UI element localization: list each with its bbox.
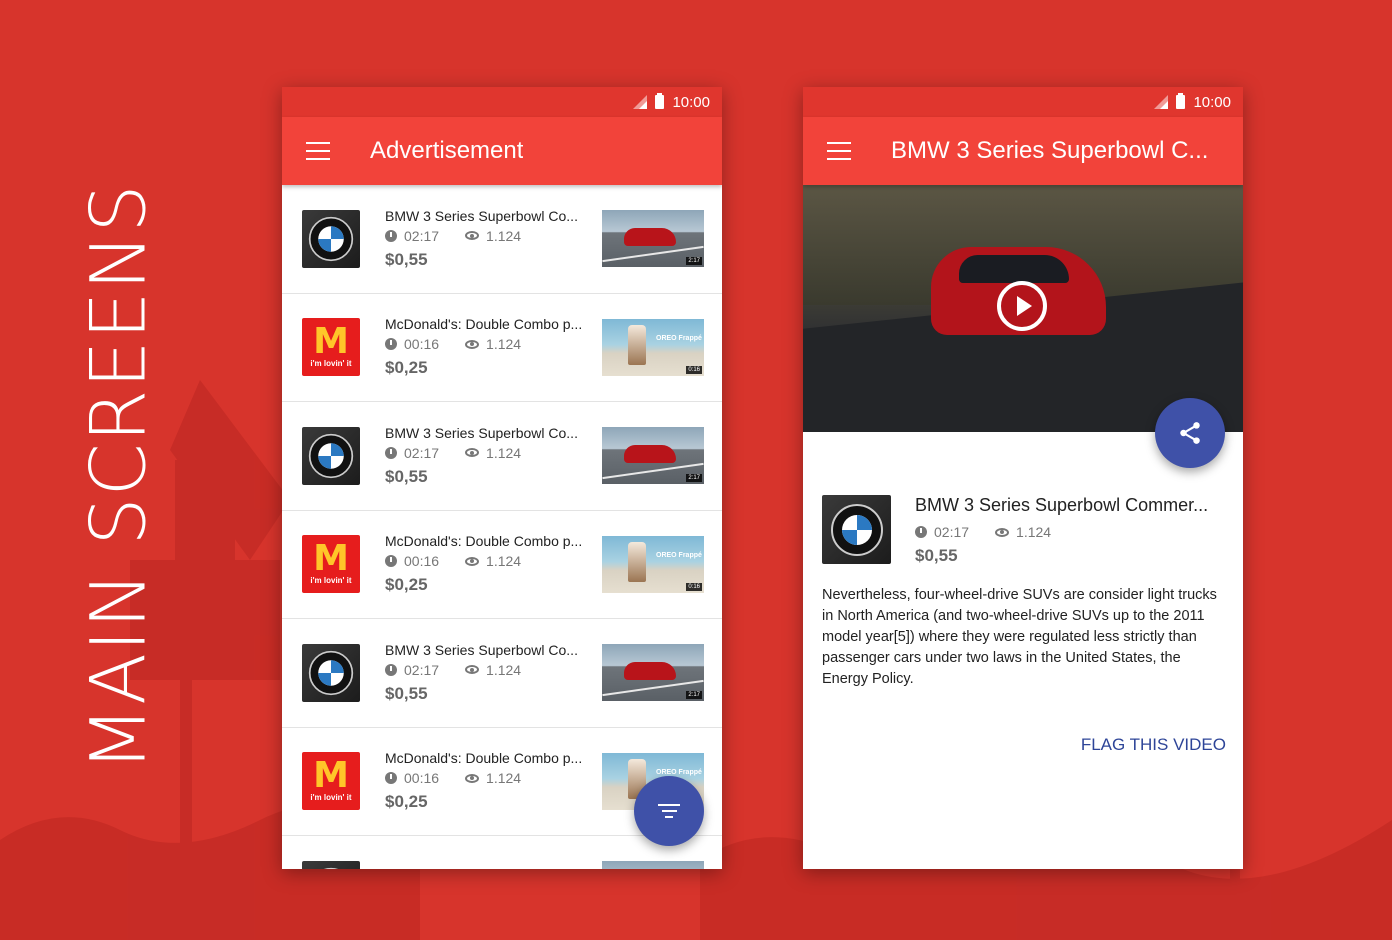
ad-views: 1.124 <box>486 553 522 570</box>
ad-duration: 00:16 <box>404 553 440 570</box>
clock-icon <box>385 555 397 568</box>
menu-icon[interactable] <box>306 142 330 160</box>
ad-title: McDonald's: Double Combo p... <box>385 316 583 333</box>
eye-icon <box>465 231 480 241</box>
eye-icon <box>465 773 480 783</box>
ad-duration: 02:17 <box>404 227 440 244</box>
bmw-logo <box>302 209 360 268</box>
thumbnail-duration: 2:17 <box>686 474 702 482</box>
ad-title: BMW 3 Series Superbowl Co... <box>385 207 578 224</box>
menu-icon[interactable] <box>827 142 851 160</box>
ad-title: BMW 3 Series Superbowl Co... <box>385 424 578 441</box>
ad-price: $0,55 <box>385 683 428 703</box>
thumbnail-duration: 2:17 <box>686 691 702 699</box>
bmw-logo <box>302 643 360 702</box>
video-thumbnail[interactable]: OREO Frappé0:16 <box>602 535 704 593</box>
clock-icon <box>385 772 397 785</box>
ad-price: $0,25 <box>385 575 428 595</box>
video-thumbnail[interactable]: OREO Frappé0:16 <box>602 318 704 376</box>
list-item[interactable]: Mi'm lovin' it McDonald's: Double Combo p… <box>282 294 722 402</box>
clock-icon <box>915 526 927 538</box>
status-time: 10:00 <box>672 93 710 111</box>
video-thumbnail[interactable] <box>602 861 704 869</box>
eye-icon <box>465 339 480 349</box>
status-bar: 10:00 <box>803 87 1243 117</box>
ad-views: 1.124 <box>486 444 522 461</box>
ad-views: 1.124 <box>486 336 522 353</box>
app-bar: BMW 3 Series Superbowl C... <box>803 117 1243 185</box>
video-description: Nevertheless, four-wheel-drive SUVs are … <box>822 587 1217 687</box>
battery-icon <box>655 93 665 109</box>
clock-icon <box>385 229 397 242</box>
list-item[interactable]: BMW 3 Series Superbowl Co... 02:17 1.124 $0… <box>282 619 722 728</box>
list-screen: 10:00 Advertisement BMW 3 Series Superbo… <box>282 87 722 869</box>
ad-price: $0,25 <box>385 792 428 812</box>
ad-price: $0,55 <box>385 249 428 269</box>
ad-price: $0,55 <box>385 466 428 486</box>
clock-icon <box>385 446 397 459</box>
ad-duration: 02:17 <box>404 444 440 461</box>
ad-list: BMW 3 Series Superbowl Co... 02:17 1.124 $0… <box>282 185 722 869</box>
list-item[interactable]: Mi'm lovin' it McDonald's: Double Combo p… <box>282 511 722 619</box>
video-price: $0,55 <box>915 546 958 565</box>
status-bar: 10:00 <box>282 87 722 117</box>
ad-title: BMW 3 Series Superbowl Co... <box>385 641 578 658</box>
filter-button[interactable] <box>634 776 704 846</box>
eye-icon <box>465 448 480 458</box>
thumbnail-duration: 2:17 <box>686 257 702 265</box>
signal-icon <box>633 95 648 109</box>
ad-price: $0,25 <box>385 358 428 378</box>
video-thumbnail[interactable]: 2:17 <box>602 644 704 701</box>
mcdonalds-logo: Mi'm lovin' it <box>302 535 360 594</box>
play-button[interactable] <box>997 281 1047 331</box>
clock-icon <box>385 663 397 676</box>
detail-screen: 10:00 BMW 3 Series Superbowl C... BMW 3 … <box>803 87 1243 869</box>
video-thumbnail[interactable]: 2:17 <box>602 427 704 484</box>
video-player[interactable] <box>803 185 1243 432</box>
bmw-logo <box>822 495 891 564</box>
thumbnail-duration: 0:16 <box>686 582 702 591</box>
ad-duration: 02:17 <box>404 661 440 678</box>
video-title: BMW 3 Series Superbowl Commer... <box>915 495 1209 515</box>
video-thumbnail[interactable]: 2:17 <box>602 210 704 267</box>
app-bar-title: BMW 3 Series Superbowl C... <box>891 137 1209 164</box>
eye-icon <box>465 556 480 566</box>
flag-video-button[interactable]: FLAG THIS VIDEO <box>1081 735 1226 755</box>
app-bar: Advertisement <box>282 117 722 185</box>
share-icon <box>1180 422 1200 444</box>
share-button[interactable] <box>1155 398 1225 468</box>
play-icon <box>1016 296 1032 316</box>
bmw-logo <box>302 426 360 485</box>
ad-title: McDonald's: Double Combo p... <box>385 533 583 550</box>
list-item[interactable]: BMW 3 Series Superbowl Co... 02:17 1.124 $0… <box>282 185 722 294</box>
video-views: 1.124 <box>1016 524 1052 540</box>
status-time: 10:00 <box>1193 93 1231 111</box>
ad-title: McDonald's: Double Combo p... <box>385 750 583 767</box>
mcdonalds-logo: Mi'm lovin' it <box>302 318 360 377</box>
list-item[interactable]: BMW 3 Series Superbowl Co... 02:17 1.124 $0… <box>282 402 722 511</box>
bmw-logo <box>302 860 360 869</box>
ad-views: 1.124 <box>486 227 522 244</box>
signal-icon <box>1154 95 1169 109</box>
video-header: BMW 3 Series Superbowl Commer... 02:17 1… <box>822 495 1208 566</box>
clock-icon <box>385 338 397 351</box>
battery-icon <box>1176 93 1186 109</box>
eye-icon <box>995 527 1010 537</box>
page-heading: MAIN SCREENS <box>73 183 163 772</box>
ad-views: 1.124 <box>486 661 522 678</box>
ad-views: 1.124 <box>486 770 522 787</box>
app-bar-title: Advertisement <box>370 137 524 164</box>
thumbnail-duration: 0:16 <box>686 365 702 374</box>
ad-duration: 00:16 <box>404 770 440 787</box>
ad-duration: 00:16 <box>404 336 440 353</box>
filter-icon <box>658 804 680 818</box>
eye-icon <box>465 665 480 675</box>
video-duration: 02:17 <box>934 524 970 540</box>
mcdonalds-logo: Mi'm lovin' it <box>302 752 360 811</box>
